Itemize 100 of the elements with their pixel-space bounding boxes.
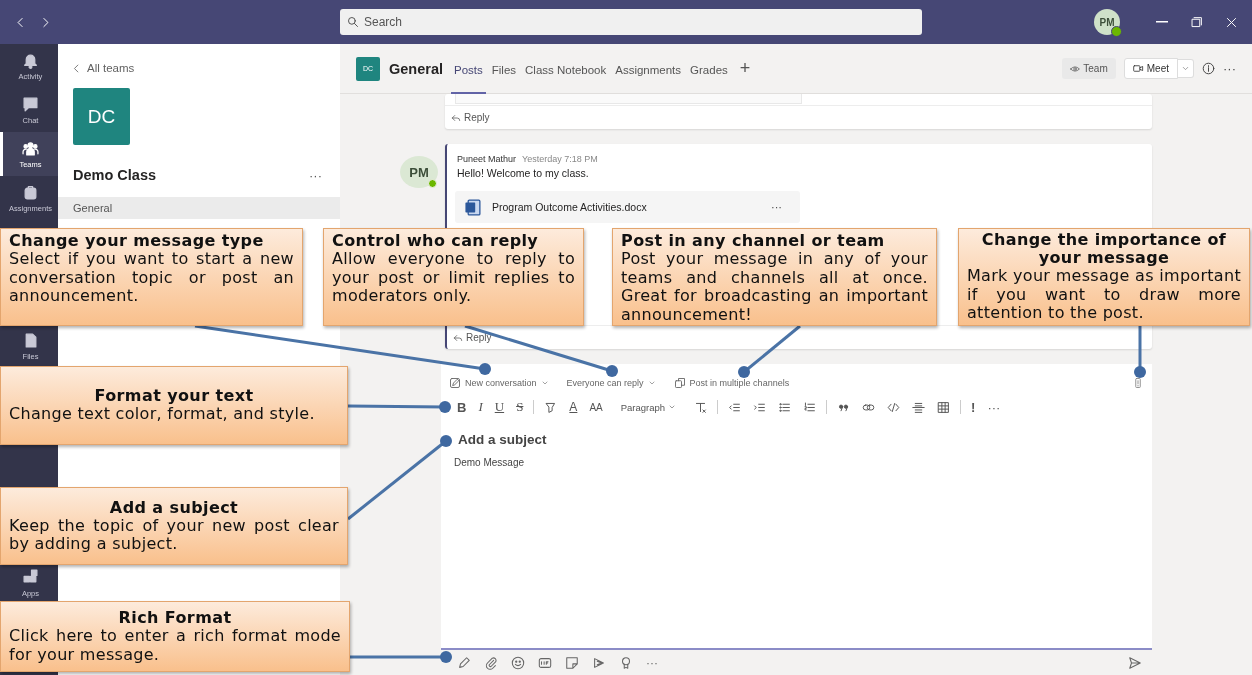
callout-text: Mark your message as important if you want to draw more attention to the post.: [967, 267, 1241, 323]
channel-item[interactable]: General: [58, 197, 340, 219]
author-name: Puneet Mathur: [457, 154, 517, 164]
callout-title: Format your text: [93, 387, 255, 406]
file-name: Program Outcome Activities.docx: [492, 201, 647, 213]
callout-title: Change the importance of your message: [980, 231, 1228, 268]
underline-button[interactable]: U: [492, 399, 507, 415]
emoji-button[interactable]: [509, 655, 527, 670]
callout-text: Change text color, format, and style.: [9, 405, 316, 424]
status-dot: [1111, 26, 1122, 37]
message-text: Hello! Welcome to my class.: [456, 166, 590, 179]
callout-title: Add a subject: [108, 498, 240, 517]
code-icon: [887, 400, 901, 414]
send-icon: [1128, 655, 1142, 670]
highlighter-icon: [544, 400, 558, 414]
back-link[interactable]: All teams: [71, 62, 135, 74]
callout-title: Control who can reply: [332, 232, 540, 250]
callout-title: Post in any channel or team: [621, 232, 886, 250]
tab[interactable]: Assignments: [612, 47, 685, 94]
bag-icon: [22, 183, 39, 201]
tab[interactable]: Grades: [687, 47, 731, 94]
table-icon: [937, 400, 951, 414]
strikethrough-button[interactable]: S: [514, 399, 526, 415]
team-button[interactable]: Team: [1062, 58, 1116, 79]
close-button[interactable]: [1225, 15, 1238, 29]
font-color-button[interactable]: A: [567, 400, 580, 414]
document-icon: [465, 198, 482, 216]
tab[interactable]: Files: [488, 47, 520, 94]
search-field[interactable]: Search: [340, 9, 922, 35]
status-dot: [428, 179, 437, 188]
user-avatar[interactable]: PM: [1094, 9, 1120, 35]
bold-button[interactable]: B: [455, 399, 469, 415]
caret-icon: [540, 379, 549, 387]
bullet-list-icon: [778, 400, 792, 414]
reply-button[interactable]: Reply: [445, 105, 1152, 129]
tab[interactable]: Class Notebook: [522, 47, 610, 94]
meet-button[interactable]: Meet: [1123, 58, 1178, 79]
paragraph-dropdown[interactable]: Paragraph: [618, 401, 679, 413]
more-button[interactable]: ···: [644, 655, 660, 670]
important-button[interactable]: [1132, 377, 1144, 389]
message-field[interactable]: Demo Message: [454, 457, 1139, 468]
callout-text: Click here to enter a rich format mode for your message.: [9, 627, 341, 664]
maximize-button[interactable]: [1190, 15, 1203, 29]
praise-icon: [619, 655, 633, 670]
pen-icon: [457, 655, 471, 670]
sticker-icon: [565, 655, 579, 670]
more-button[interactable]: ···: [309, 167, 322, 183]
font-size-button[interactable]: AA: [587, 401, 605, 413]
camera-icon: [1132, 63, 1144, 74]
info-button[interactable]: [1202, 62, 1215, 75]
italic-button[interactable]: I: [476, 399, 485, 415]
caret-icon: [1181, 64, 1190, 73]
caret-icon: [668, 403, 677, 411]
send-button[interactable]: [1126, 655, 1144, 670]
callout-text: Select if you want to start a new conversation topic or post an announcement.: [9, 250, 294, 306]
leader-line: [1134, 326, 1146, 378]
close-icon: [1225, 15, 1238, 29]
callout-text: Allow everyone to reply to your post or limit replies to moderators only.: [332, 250, 575, 306]
importance-icon: [1132, 377, 1144, 389]
maximize-icon: [1190, 15, 1203, 29]
callout-title: Change your message type: [9, 232, 265, 250]
eye-icon: [1070, 63, 1081, 74]
reply-icon: [453, 332, 463, 343]
search-icon: [347, 16, 359, 28]
numbered-list-icon: [803, 400, 817, 414]
caret-icon: [647, 379, 656, 387]
reply-icon: [451, 112, 461, 123]
leader-line: [738, 324, 801, 378]
timestamp: Yesterday 7:18 PM: [522, 154, 598, 164]
channel-name: General: [389, 60, 443, 77]
rule-button[interactable]: [910, 400, 928, 414]
attachment-card[interactable]: Program Outcome Activities.docx ···: [455, 191, 800, 223]
clear-format-icon: [694, 400, 708, 414]
sticker-button[interactable]: [563, 655, 581, 670]
more-button[interactable]: ···: [1223, 61, 1236, 76]
people-icon: [22, 139, 39, 157]
gif-icon: [538, 655, 552, 670]
emoji-icon: [511, 655, 525, 670]
compose-icon: [449, 377, 461, 389]
chat-icon: [22, 95, 39, 113]
info-icon: [1202, 62, 1215, 75]
option-button[interactable]: Everyone can reply: [566, 378, 656, 388]
callout-text: Post your message in any of your teams and channels all at once. Great for broadcasting an important announcement!: [621, 250, 928, 324]
gif-button[interactable]: [536, 655, 554, 670]
user-avatar: PM: [400, 156, 438, 188]
more-button[interactable]: ···: [985, 399, 1003, 415]
important-button[interactable]: !: [969, 399, 978, 415]
meet-now-icon: [592, 655, 606, 670]
option-button[interactable]: Post in multiple channels: [673, 377, 790, 389]
option-button[interactable]: New conversation: [449, 377, 549, 389]
more-button[interactable]: ···: [765, 200, 788, 214]
paperclip-icon: [484, 655, 498, 670]
callout-text: Keep the topic of your new post clear by adding a subject.: [9, 516, 339, 554]
team-avatar: DC: [73, 88, 130, 145]
team-name: Demo Class: [73, 167, 156, 183]
add-tab-button[interactable]: +: [733, 58, 757, 79]
copy-icon: [673, 377, 686, 389]
callout-title: Rich Format: [117, 609, 233, 627]
rule-icon: [912, 400, 926, 414]
minimize-icon: [1156, 21, 1168, 23]
